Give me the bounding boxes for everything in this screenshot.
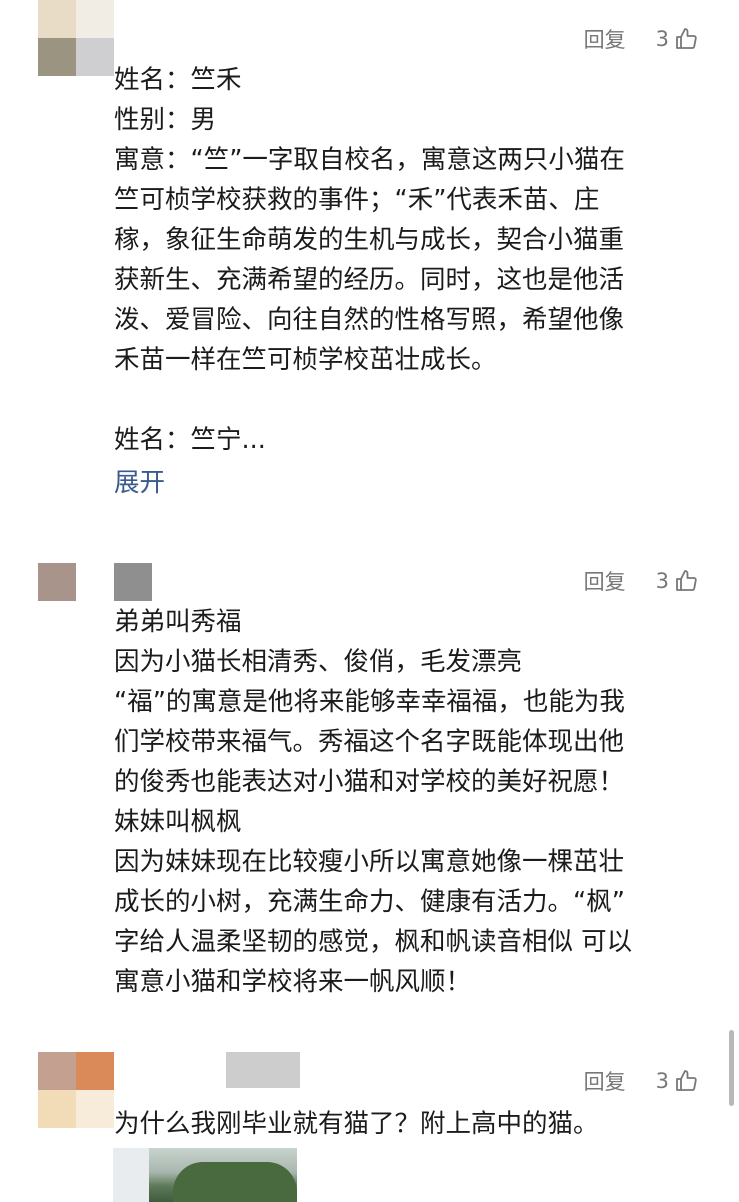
text-line: 寓意小猫和学校将来一帆风顺！ [114, 967, 472, 997]
text-line: “福”的寓意是他将来能够幸幸福福，也能为我 [114, 687, 625, 717]
like-count: 3 [655, 1069, 669, 1093]
username[interactable] [114, 563, 152, 601]
attached-photo[interactable] [113, 1148, 297, 1202]
text-line: 们学校带来福气。秀福这个名字既能体现出他 [114, 727, 625, 757]
avatar[interactable] [38, 1052, 114, 1128]
text-line: 弟弟叫秀福 [114, 607, 242, 637]
comment-actions: 回复 3 [584, 24, 699, 54]
avatar[interactable] [38, 563, 76, 601]
text-line [114, 380, 704, 420]
comment-actions: 回复 3 [584, 566, 699, 596]
text-line: 因为妹妹现在比较瘦小所以寓意她像一棵茁壮 [114, 847, 625, 877]
text-line: 竺可桢学校获救的事件；“禾”代表禾苗、庄 [114, 185, 600, 215]
comment-actions: 回复 3 [584, 1066, 699, 1096]
scrollbar[interactable] [729, 1030, 734, 1106]
text-line: 成长的小树，充满生命力、健康有活力。“枫” [114, 887, 625, 917]
text-line: 性别：男 [114, 105, 217, 135]
expand-link[interactable]: 展开 [114, 462, 165, 499]
text-line: 字给人温柔坚韧的感觉，枫和帆读音相似 可以 [114, 927, 633, 957]
thumbs-up-icon[interactable] [675, 1069, 699, 1093]
photo-trees [173, 1162, 297, 1202]
text-line: 稼，象征生命萌发的生机与成长，契合小猫重 [114, 225, 625, 255]
text-line: 禾苗一样在竺可桢学校茁壮成长。 [114, 345, 497, 375]
comment-body: 姓名：竺禾性别：男寓意：“竺”一字取自校名，寓意这两只小猫在 竺可桢学校获救的事件… [114, 60, 704, 460]
text-line: 为什么我刚毕业就有猫了？附上高中的猫。 [114, 1109, 599, 1139]
text-line: 的俊秀也能表达对小猫和对学校的美好祝愿！ [114, 767, 625, 797]
text-line: 妹妹叫枫枫 [114, 807, 242, 837]
thumbs-up-icon[interactable] [675, 27, 699, 51]
reply-button[interactable]: 回复 [584, 1066, 626, 1096]
text-line: 因为小猫长相清秀、俊俏，毛发漂亮 [114, 647, 523, 677]
like-count: 3 [655, 569, 669, 593]
comment-body: 为什么我刚毕业就有猫了？附上高中的猫。 [114, 1104, 704, 1144]
reply-button[interactable]: 回复 [584, 566, 626, 596]
username[interactable] [226, 1052, 300, 1088]
text-line: 姓名：竺宁... [114, 425, 266, 455]
text-line: 泼、爱冒险、向往自然的性格写照，希望他像 [114, 305, 625, 335]
avatar[interactable] [38, 0, 114, 76]
text-line: 寓意：“竺”一字取自校名，寓意这两只小猫在 [114, 145, 625, 175]
photo-figure [113, 1148, 149, 1202]
comment-body: 弟弟叫秀福因为小猫长相清秀、俊俏，毛发漂亮 “福”的寓意是他将来能够幸幸福福，也能… [114, 602, 704, 1002]
reply-button[interactable]: 回复 [584, 24, 626, 54]
text-line: 获新生、充满希望的经历。同时，这也是他活 [114, 265, 625, 295]
text-line: 姓名：竺禾 [114, 65, 242, 95]
thumbs-up-icon[interactable] [675, 569, 699, 593]
like-count: 3 [655, 27, 669, 51]
